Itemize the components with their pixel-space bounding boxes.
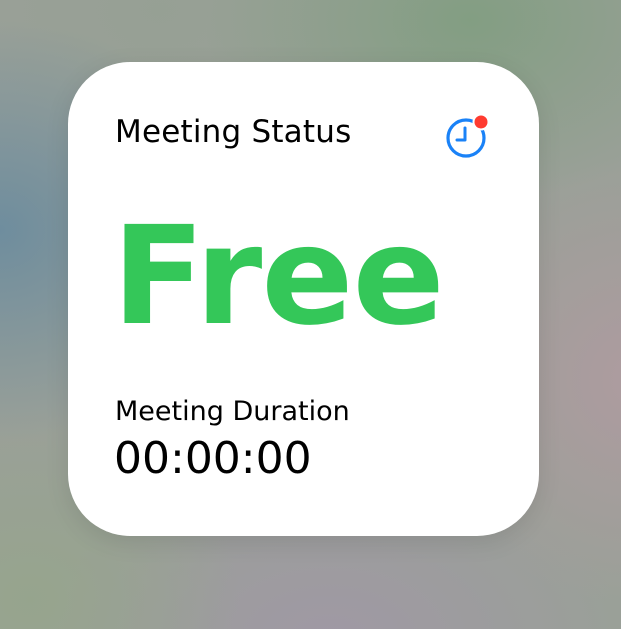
meeting-status-widget[interactable]: Meeting Status Free Meeting Duration 00:… — [68, 62, 539, 536]
widget-title: Meeting Status — [115, 114, 352, 150]
duration-timer: 00:00:00 — [114, 433, 312, 484]
status-text: Free — [112, 198, 445, 356]
clock-icon — [446, 113, 490, 158]
duration-label: Meeting Duration — [115, 396, 350, 427]
clock-button[interactable] — [444, 113, 490, 159]
notification-dot — [474, 115, 488, 129]
